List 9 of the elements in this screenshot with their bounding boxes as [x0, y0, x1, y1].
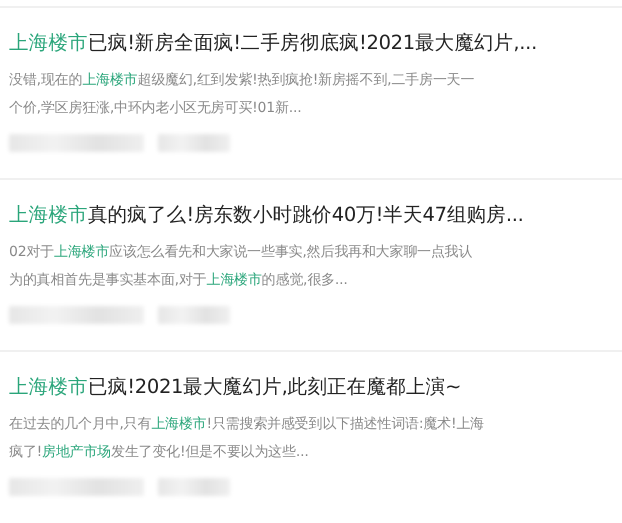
result-title-link[interactable]: 上海楼市已疯!新房全面疯!二手房彻底疯!2021最大魔幻片,... [9, 30, 612, 56]
result-snippet: 没错,现在的上海楼市超级魔幻,红到发紫!热到疯抢!新房摇不到,二手房一天一 个价,学区房狂涨,中环内老小区无房可买!01新... [9, 71, 476, 118]
blurred-date [158, 134, 230, 152]
blurred-date [158, 306, 230, 324]
result-snippet: 02对于上海楼市应该怎么看先和大家说一些事实,然后我再和大家聊一点我认 为的真相首先是事实基本面,对于上海楼市的感觉,很多... [9, 243, 474, 290]
result-title-link[interactable]: 上海楼市已疯!2021最大魔幻片,此刻正在魔都上演~ [9, 374, 612, 400]
result-snippet: 在过去的几个月中,只有上海楼市!只需搜索并感受到以下描述性词语:魔术!上海 疯了!房地产市场发生了变化!但是不要以为这些... [9, 415, 486, 462]
result-title-link[interactable]: 上海楼市真的疯了么!房东数小时跳价40万!半天47组购房... [9, 202, 612, 228]
blurred-date [158, 478, 230, 496]
